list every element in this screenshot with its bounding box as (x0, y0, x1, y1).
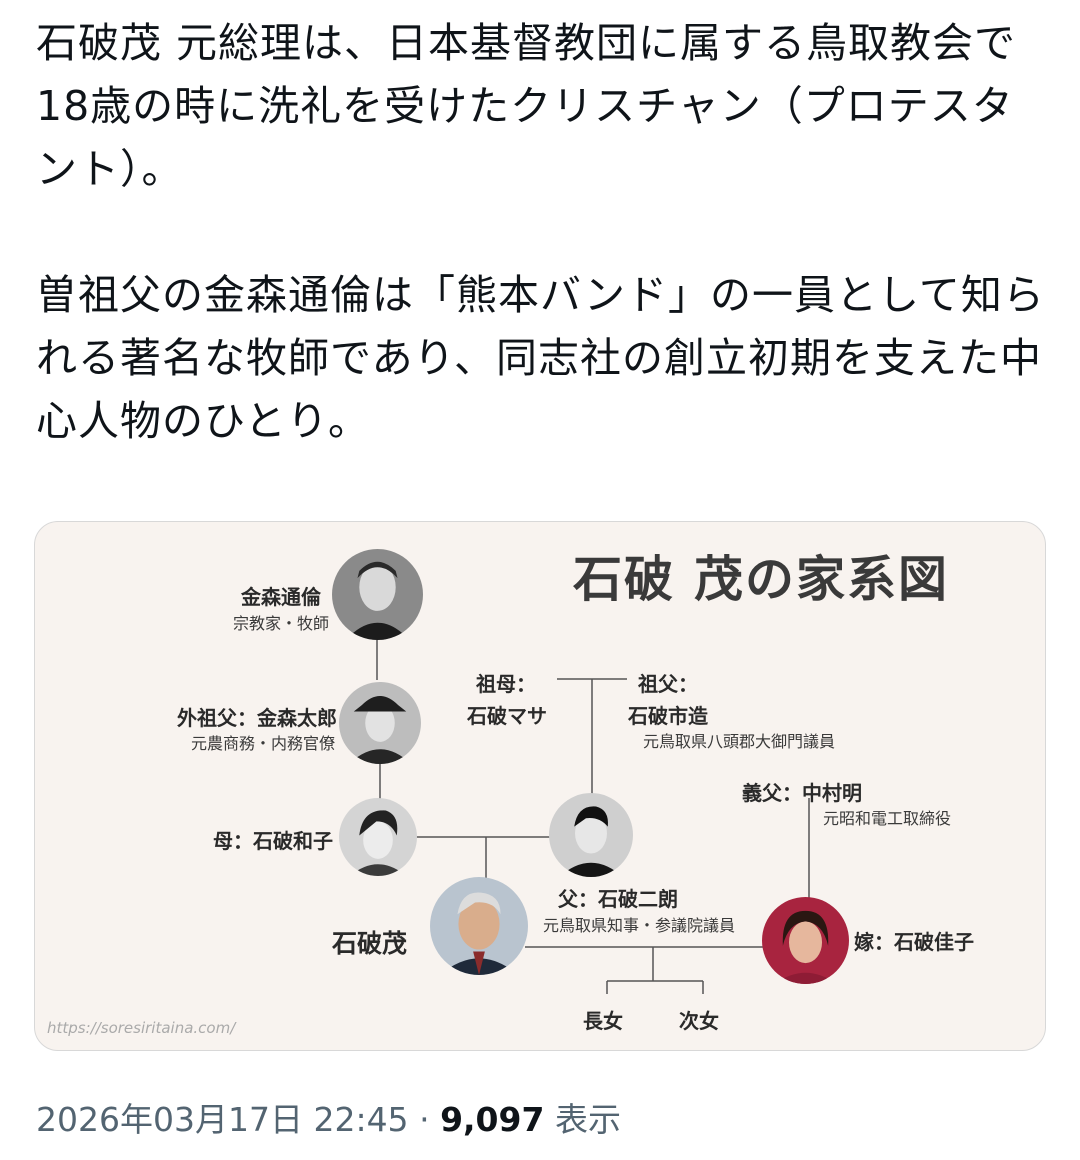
tweet-paragraph-1: 石破茂 元総理は、日本基督教団に属する鳥取教会で18歳の時に洗礼を受けたクリスチ… (36, 19, 1017, 193)
role-kanamori-taro: 元農商務・内務官僚 (190, 734, 335, 753)
name-mother: 母：石破和子 (213, 829, 333, 853)
name-father-in-law: 義父：中村明 (742, 781, 862, 805)
role-father-in-law: 元昭和電工取締役 (823, 809, 952, 828)
name-grandfather: 石破市造 (628, 704, 708, 728)
views-label: 表示 (554, 1100, 621, 1139)
portrait-father (549, 793, 633, 877)
tweet-text: 石破茂 元総理は、日本基督教団に属する鳥取教会で18歳の時に洗礼を受けたクリスチ… (36, 12, 1046, 453)
meta-separator: · (419, 1100, 430, 1139)
name-wife: 嫁：石破佳子 (854, 930, 974, 954)
label-grandmother: 祖母： (476, 672, 536, 696)
name-kanamori-michitomo: 金森通倫 (241, 585, 321, 609)
name-grandmother: 石破マサ (467, 704, 547, 728)
timestamp[interactable]: 2026年03月17日 22:45 (36, 1100, 409, 1139)
source-url: https://soresiritaina.com/ (47, 1019, 236, 1037)
name-daughter-2: 次女 (679, 1009, 719, 1033)
tweet-paragraph-2: 曽祖父の金森通倫は「熊本バンド」の一員として知られる著名な牧師であり、同志社の創… (36, 271, 1045, 445)
name-father: 父：石破二朗 (558, 887, 678, 911)
role-grandfather: 元鳥取県八頭郡大御門議員 (643, 732, 836, 751)
name-daughter-1: 長女 (583, 1009, 623, 1033)
family-tree-image[interactable]: 石破 茂の家系図 金森通倫 宗教家・牧師 外祖父：金森太郎 元農商務・内務官僚 … (34, 521, 1046, 1051)
tweet-meta: 2026年03月17日 22:45 · 9,097 表示 (36, 1093, 621, 1141)
portrait-mother (339, 798, 417, 876)
role-kanamori-michitomo: 宗教家・牧師 (232, 614, 329, 633)
role-father: 元鳥取県知事・参議院議員 (543, 916, 736, 935)
name-shigeru: 石破茂 (332, 929, 408, 958)
portrait-wife (762, 897, 849, 984)
family-tree-lines (376, 639, 810, 994)
views-count: 9,097 (440, 1100, 545, 1139)
portrait-shigeru (430, 877, 528, 975)
portrait-kanamori-taro (339, 682, 421, 764)
portrait-kanamori-michitomo (332, 549, 423, 640)
name-kanamori-taro: 外祖父：金森太郎 (177, 706, 337, 730)
label-grandfather: 祖父： (638, 672, 698, 696)
